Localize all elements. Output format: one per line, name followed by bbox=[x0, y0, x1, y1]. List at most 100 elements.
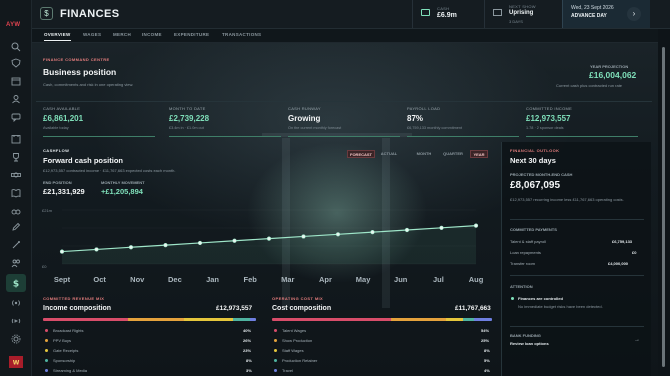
scout-icon[interactable] bbox=[11, 206, 21, 216]
kpi-month-to-date: MONTH TO DATE £2,739,228 £3.4m in · £1.0… bbox=[169, 106, 287, 140]
cost-row-label: Production Retainer bbox=[282, 358, 318, 363]
chat-icon[interactable] bbox=[11, 112, 21, 122]
edit-icon[interactable] bbox=[11, 222, 21, 232]
settings-icon[interactable] bbox=[11, 334, 21, 344]
cost-row-label: Show Production bbox=[282, 338, 313, 343]
cash-indicator[interactable]: CASH £6.9m bbox=[412, 0, 484, 28]
range-month-button[interactable]: MONTH bbox=[412, 150, 436, 158]
command-section-label: FINANCE COMMAND CENTRE bbox=[43, 57, 110, 62]
next-show-name: Uprising bbox=[509, 10, 534, 16]
year-projection-value: £16,004,062 bbox=[589, 70, 637, 80]
revenue-section-label: COMMITTED REVENUE MIX bbox=[43, 296, 105, 301]
cost-row-pct: 8% bbox=[484, 348, 490, 353]
divider bbox=[510, 275, 644, 276]
payment-value: £6,759,133 bbox=[612, 239, 633, 244]
kpi-label: CASH AVAILABLE bbox=[43, 106, 81, 111]
chart-x-tick-label: Aug bbox=[469, 275, 484, 284]
revenue-row: PPV Buys bbox=[45, 338, 71, 343]
revenue-row-pct: 40% bbox=[243, 328, 252, 333]
revenue-mix-panel: COMMITTED REVENUE MIX Income composition… bbox=[36, 292, 262, 376]
kpi-value: £2,739,228 bbox=[169, 114, 210, 123]
chart-x-tick-label: May bbox=[356, 275, 371, 284]
forecast-toggle[interactable]: FORECAST bbox=[347, 150, 375, 158]
finances-dollar-icon[interactable]: $ bbox=[11, 278, 21, 289]
trophy-icon[interactable] bbox=[11, 152, 21, 162]
cashflow-chart: £21m £0 Sept Oct Nov Dec Jan Feb Mar Apr May Jun Jul… bbox=[42, 208, 484, 284]
broadcast-icon[interactable] bbox=[11, 298, 21, 308]
search-icon[interactable] bbox=[11, 42, 21, 52]
kpi-label: PAYROLL LOAD bbox=[407, 106, 441, 111]
projected-cash-sub: £12,973,557 recurring income less £11,76… bbox=[510, 197, 624, 202]
command-subtitle: Cash, commitments and risk in one operat… bbox=[43, 82, 134, 87]
tab-wages[interactable]: WAGES bbox=[83, 32, 101, 37]
revenue-row: Gate Receipts bbox=[45, 348, 78, 353]
command-title: Business position bbox=[43, 67, 117, 77]
cost-title: Cost composition bbox=[272, 305, 332, 312]
revenue-row-pct: 8% bbox=[246, 358, 252, 363]
cost-row-pct: 54% bbox=[481, 328, 490, 333]
revenue-row-pct: 26% bbox=[243, 338, 252, 343]
belt-icon[interactable] bbox=[11, 170, 21, 180]
scrollbar[interactable] bbox=[658, 43, 670, 376]
left-nav-rail: AYW $ W bbox=[0, 0, 32, 376]
calendar-icon[interactable] bbox=[11, 76, 21, 86]
chart-point bbox=[59, 249, 65, 254]
revenue-row-label: PPV Buys bbox=[53, 338, 72, 343]
shield-icon[interactable] bbox=[11, 58, 21, 68]
media-icon[interactable] bbox=[11, 316, 21, 326]
page-title: FINANCES bbox=[60, 8, 120, 20]
financial-outlook-panel: FINANCIAL OUTLOOK Next 30 days PROJECTED… bbox=[501, 142, 651, 376]
chart-point bbox=[163, 242, 168, 248]
finances-header-icon: $ bbox=[40, 7, 53, 20]
cost-row-pct: 5% bbox=[484, 358, 490, 363]
book-icon[interactable] bbox=[11, 188, 21, 198]
tab-transactions[interactable]: TRANSACTIONS bbox=[222, 32, 261, 37]
revenue-row-pct: 3% bbox=[246, 368, 252, 373]
kpi-sub: Available today bbox=[43, 126, 69, 130]
outlook-section-label: FINANCIAL OUTLOOK bbox=[510, 148, 560, 153]
kpi-underline bbox=[169, 136, 281, 137]
chart-area bbox=[62, 225, 476, 264]
next-show-days: 3 DAYS bbox=[509, 19, 523, 24]
staff-icon[interactable] bbox=[11, 258, 21, 268]
promotion-logo-icon[interactable]: W bbox=[9, 356, 23, 368]
payment-value: £0 bbox=[632, 250, 637, 255]
end-position-value: £21,331,929 bbox=[43, 187, 85, 196]
contracts-icon[interactable] bbox=[11, 240, 21, 250]
kpi-committed-income: COMMITTED INCOME £12,973,557 1.78 · 2 sp… bbox=[526, 106, 644, 140]
outlook-title: Next 30 days bbox=[510, 156, 556, 165]
roster-icon[interactable] bbox=[11, 94, 21, 104]
kpi-label: CASH RUNWAY bbox=[288, 106, 321, 111]
cost-row: Staff Wages bbox=[274, 348, 304, 353]
scrollbar-thumb[interactable] bbox=[662, 47, 665, 367]
chart-x-tick-label: Dec bbox=[168, 275, 182, 284]
chart-y-label: £21m bbox=[42, 208, 53, 213]
revenue-row-pct: 23% bbox=[243, 348, 252, 353]
actual-toggle[interactable]: ACTUAL bbox=[377, 150, 401, 158]
kpi-value: Growing bbox=[288, 114, 321, 123]
review-loan-options-link[interactable]: Review loan options bbox=[510, 341, 549, 346]
kpi-value: 87% bbox=[407, 114, 424, 123]
tab-overview[interactable]: OVERVIEW bbox=[44, 32, 71, 41]
tab-expenditure[interactable]: EXPENDITURE bbox=[174, 32, 209, 37]
cashflow-title: Forward cash position bbox=[43, 156, 124, 165]
wallet-icon bbox=[421, 9, 430, 16]
revenue-mix-bar bbox=[43, 318, 256, 321]
tab-merch[interactable]: MERCH bbox=[113, 32, 131, 37]
divider bbox=[510, 326, 644, 327]
arrow-right-icon[interactable]: → bbox=[634, 337, 640, 343]
next-show-indicator[interactable]: NEXT SHOW Uprising 3 DAYS bbox=[484, 0, 562, 28]
chart-y-label: £0 bbox=[42, 264, 47, 269]
cost-section-label: OPERATING COST MIX bbox=[272, 296, 324, 301]
advance-day-arrow-icon[interactable]: › bbox=[627, 7, 641, 21]
range-quarter-button[interactable]: QUARTER bbox=[438, 150, 468, 158]
cost-row: Show Production bbox=[274, 338, 312, 343]
chart-x-tick-label: Feb bbox=[244, 275, 258, 284]
revenue-title: Income composition bbox=[43, 305, 112, 312]
range-year-button[interactable]: YEAR bbox=[470, 150, 488, 158]
revenue-row: Broadcast Rights bbox=[45, 328, 83, 333]
schedule-icon[interactable] bbox=[11, 134, 21, 144]
projected-cash-label: PROJECTED MONTH-END CASH bbox=[510, 172, 573, 177]
kpi-underline bbox=[526, 136, 638, 137]
tab-income[interactable]: INCOME bbox=[142, 32, 162, 37]
